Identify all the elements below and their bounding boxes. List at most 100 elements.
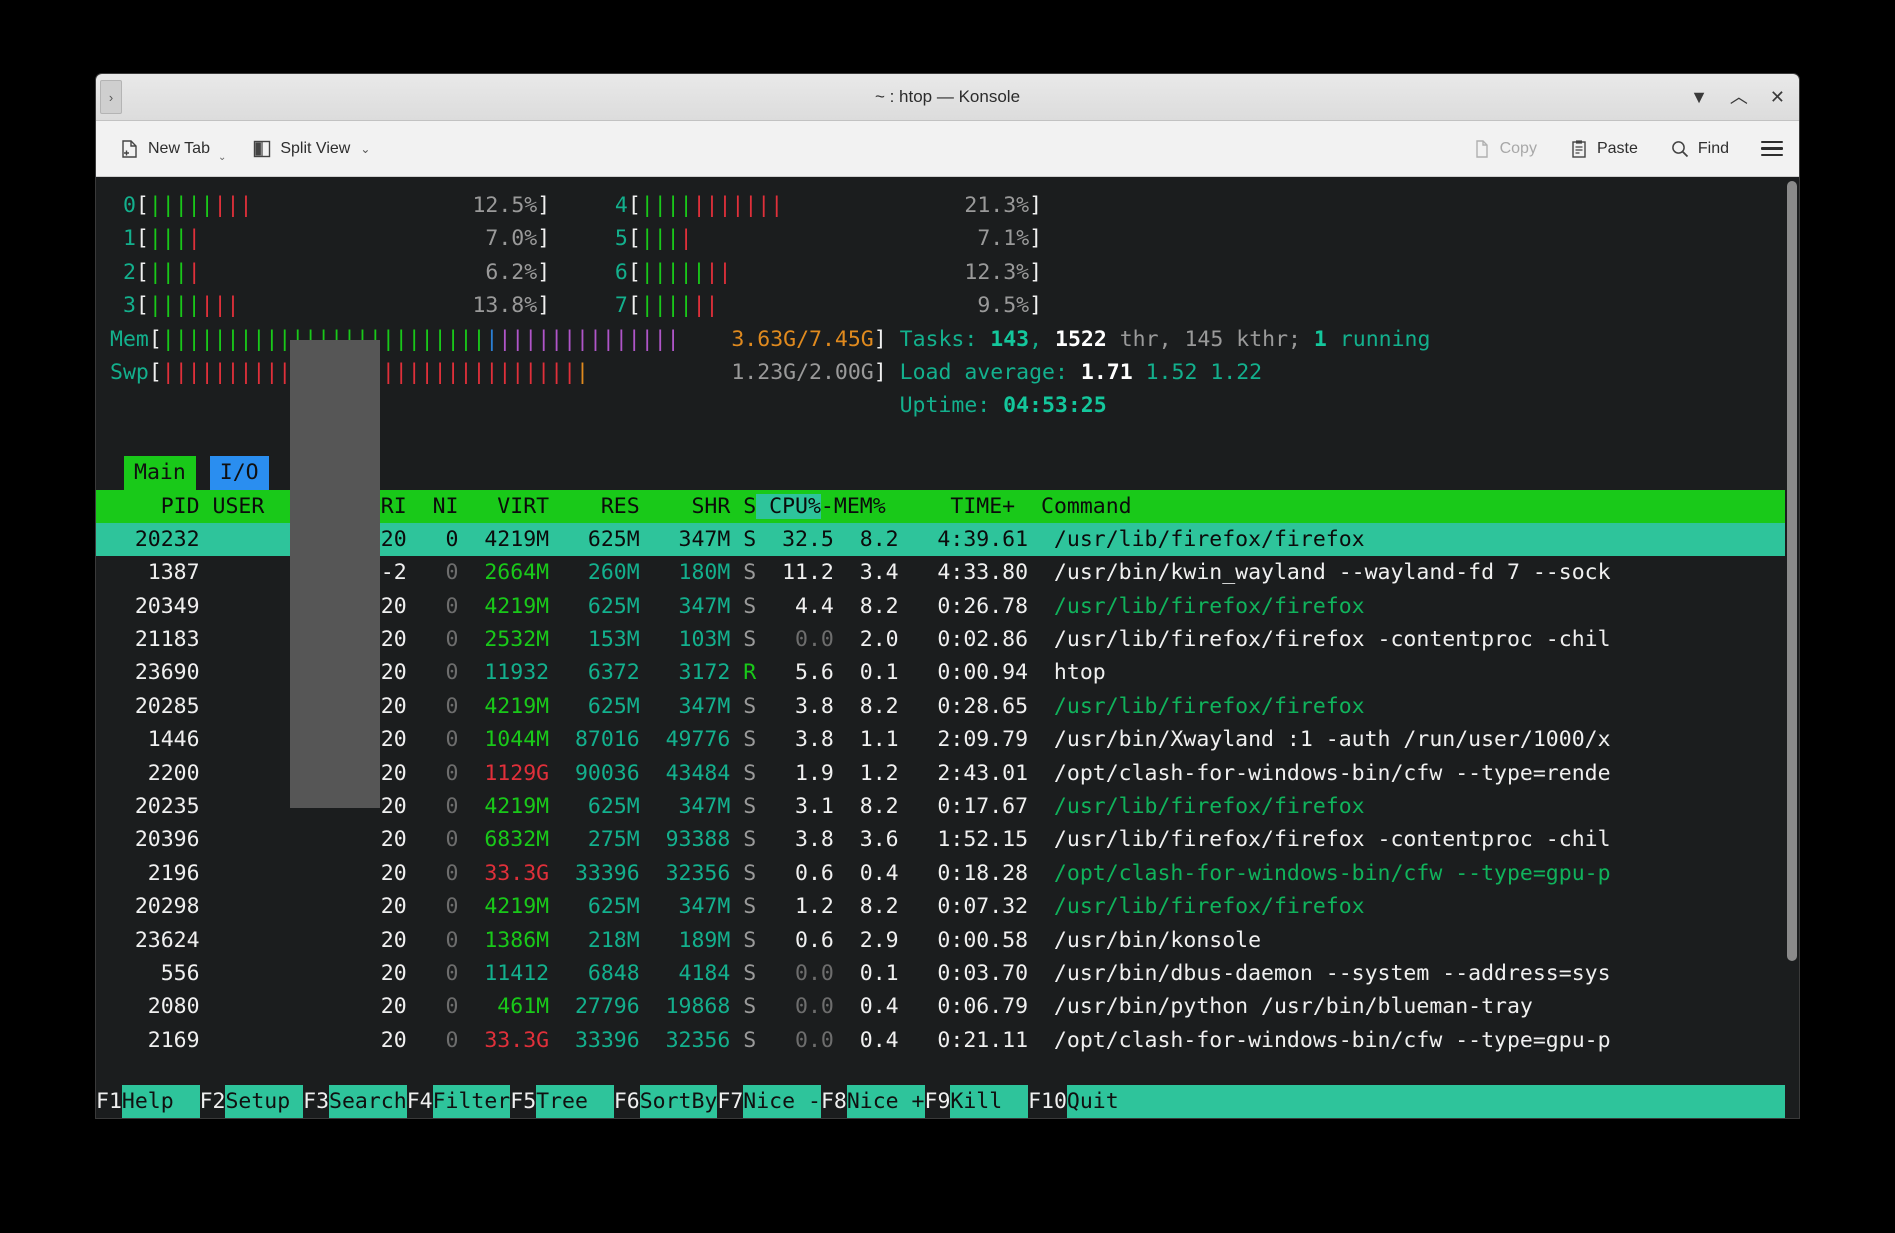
fn-label-f10[interactable]: Quit: [1066, 1084, 1119, 1118]
cell-shr: 19868: [639, 994, 731, 1020]
window-titlebar[interactable]: › ~ : htop — Konsole ▼ ︿ ✕: [96, 74, 1799, 121]
process-row[interactable]: 20396 20 0 6832M 275M 93388 S 3.8 3.6 1:…: [96, 823, 1799, 856]
fn-key-f4[interactable]: F4: [406, 1084, 433, 1118]
cell-pid: 20396: [96, 827, 200, 853]
cell-pid: 20232: [96, 526, 200, 552]
terminal-scrollbar[interactable]: [1785, 177, 1799, 1118]
col-header-shr[interactable]: SHR: [640, 494, 730, 519]
col-header-pid[interactable]: PID: [96, 494, 200, 519]
new-tab-chevron-down-icon[interactable]: ⌄: [218, 152, 226, 163]
scrollbar-thumb[interactable]: [1787, 181, 1797, 961]
cpu-bar-low: |||||: [148, 193, 214, 218]
process-row[interactable]: 556 20 0 11412 6848 4184 S 0.0 0.1 0:03.…: [96, 957, 1799, 990]
cpu-meter-gap: [731, 260, 964, 285]
cell-pid: 1446: [96, 727, 200, 753]
fn-label-f3[interactable]: Search: [329, 1084, 407, 1118]
hamburger-menu-icon[interactable]: [1761, 140, 1783, 157]
cpu-meter-gap: [718, 293, 977, 318]
fn-key-f5[interactable]: F5: [510, 1084, 537, 1118]
process-row[interactable]: 2196 20 0 33.3G 33396 32356 S 0.6 0.4 0:…: [96, 857, 1799, 890]
copy-button[interactable]: Copy: [1464, 135, 1545, 163]
cell-shr: 49776: [639, 727, 731, 753]
cell-cpu: 5.6: [756, 660, 834, 686]
split-view-button[interactable]: Split View: [244, 135, 358, 163]
process-row[interactable]: 2080 20 0 461M 27796 19868 S 0.0 0.4 0:0…: [96, 990, 1799, 1023]
cell-res: 218M: [549, 927, 640, 953]
fn-label-f7[interactable]: Nice -: [743, 1084, 821, 1118]
cell-mem: 2.0: [833, 627, 899, 653]
fn-key-f10[interactable]: F10: [1028, 1084, 1067, 1118]
cpu-label: 2: [110, 259, 136, 285]
cell-state: S: [730, 960, 757, 986]
fn-key-f3[interactable]: F3: [303, 1084, 330, 1118]
search-icon: [1672, 140, 1689, 157]
tasks-label: Tasks:: [899, 326, 978, 352]
paste-button[interactable]: Paste: [1561, 135, 1646, 163]
cell-time: 4:33.80: [898, 560, 1029, 586]
cell-res: 625M: [549, 593, 640, 619]
col-header-ni[interactable]: NI: [407, 494, 459, 519]
cell-state: S: [730, 727, 757, 753]
cell-mem: 8.2: [833, 593, 899, 619]
process-row[interactable]: 2169 20 0 33.3G 33396 32356 S 0.0 0.4 0:…: [96, 1024, 1799, 1057]
cell-shr: 3172: [639, 660, 731, 686]
window-controls: ▼ ︿ ✕: [1690, 88, 1785, 106]
cell-time: 0:21.11: [898, 1027, 1029, 1053]
col-header-virt[interactable]: VIRT: [458, 494, 549, 519]
cell-virt: 33.3G: [458, 1027, 550, 1053]
fn-label-f1[interactable]: Help: [121, 1084, 200, 1118]
cpu-meter-gap: [201, 260, 486, 285]
find-button[interactable]: Find: [1662, 135, 1737, 163]
fn-key-f6[interactable]: F6: [613, 1084, 640, 1118]
cpu-bar-high: |: [679, 226, 693, 252]
col-header-time[interactable]: TIME+: [886, 494, 1015, 519]
window-title: ~ : htop — Konsole: [874, 87, 1021, 106]
cell-virt: 4219M: [458, 593, 550, 619]
process-row[interactable]: 20298 20 0 4219M 625M 347M S 1.2 8.2 0:0…: [96, 890, 1799, 923]
fn-label-f8[interactable]: Nice +: [846, 1084, 925, 1118]
htop-tab-main[interactable]: Main: [124, 456, 196, 490]
cpu-meter-gap: [693, 226, 978, 251]
close-icon[interactable]: ✕: [1770, 88, 1785, 106]
split-view-chevron-down-icon[interactable]: ⌄: [360, 142, 370, 156]
cell-user: [200, 928, 368, 953]
minimize-icon[interactable]: ▼: [1690, 88, 1708, 106]
split-view-label: Split View: [280, 139, 351, 157]
htop-tab-io[interactable]: I/O: [209, 456, 269, 490]
fn-label-f6[interactable]: SortBy: [639, 1084, 718, 1118]
fn-key-f9[interactable]: F9: [924, 1084, 951, 1118]
fn-label-f2[interactable]: Setup: [225, 1084, 304, 1118]
col-header-mem[interactable]: MEM%: [834, 494, 886, 519]
fn-label-f9[interactable]: Kill: [950, 1084, 1029, 1118]
cell-mem: 8.2: [833, 894, 899, 920]
cell-time: 0:03.70: [898, 960, 1029, 986]
new-tab-button[interactable]: New Tab ⌄: [112, 135, 234, 163]
cell-mem: 0.1: [833, 960, 899, 986]
meter-bracket-open: [: [135, 259, 149, 285]
maximize-icon[interactable]: ︿: [1730, 88, 1748, 106]
fn-key-f1[interactable]: F1: [96, 1084, 122, 1118]
user-column-redaction: [290, 340, 380, 808]
fn-key-f7[interactable]: F7: [717, 1084, 744, 1118]
col-header-dash: -: [820, 493, 834, 519]
col-header-res[interactable]: RES: [549, 494, 640, 519]
cell-time: 1:52.15: [898, 827, 1029, 853]
cell-state: S: [730, 560, 757, 586]
cell-shr: 347M: [639, 894, 731, 920]
fn-label-f5[interactable]: Tree: [536, 1084, 614, 1118]
col-header-state[interactable]: S: [730, 494, 756, 519]
fn-label-f4[interactable]: Filter: [432, 1084, 511, 1118]
cpu-label: 6: [601, 259, 628, 285]
cell-shr: 180M: [639, 560, 731, 586]
cell-res: 275M: [549, 827, 640, 853]
col-header-command[interactable]: Command: [1015, 494, 1132, 519]
fn-key-f2[interactable]: F2: [199, 1084, 226, 1118]
cell-user: [200, 1028, 368, 1053]
cpu-bar-low: ||||: [640, 293, 693, 319]
cell-command: /usr/lib/firefox/firefox: [1028, 526, 1365, 552]
col-header-cpu[interactable]: CPU%: [756, 493, 821, 519]
cpu-label: 1: [110, 226, 136, 252]
process-row[interactable]: 23624 20 0 1386M 218M 189M S 0.6 2.9 0:0…: [96, 924, 1799, 957]
fn-key-f8[interactable]: F8: [820, 1084, 847, 1118]
terminal-area[interactable]: 0[|||||||| 12.5%] 4[||||||||||| 21.3%] 1…: [96, 177, 1799, 1118]
